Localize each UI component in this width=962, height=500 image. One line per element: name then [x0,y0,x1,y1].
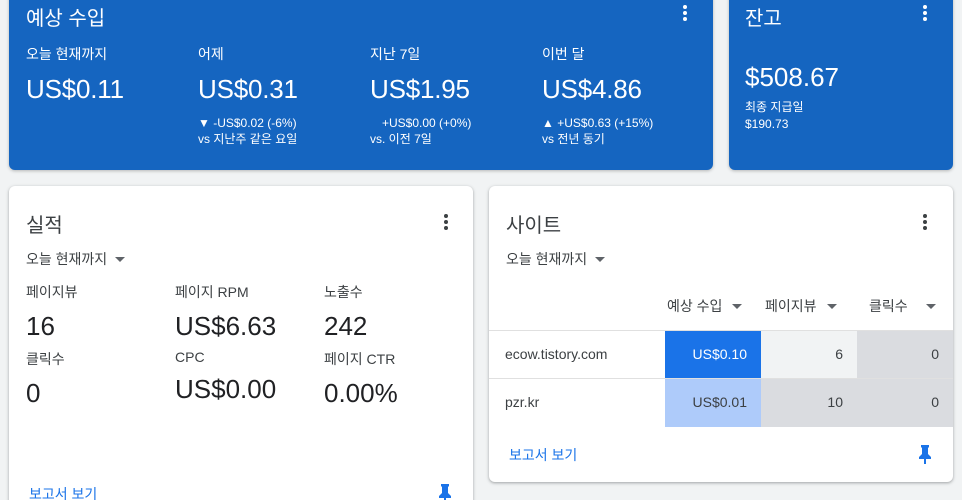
site-earnings-cell: US$0.10 [665,331,761,379]
column-header-label: 예상 수입 [667,298,723,314]
sites-range-dropdown[interactable]: 오늘 현재까지 [506,249,606,269]
column-header-earnings[interactable]: 예상 수입 [667,296,743,316]
earnings-today[interactable]: 오늘 현재까지 US$0.11 [26,44,124,105]
column-header-pageviews[interactable]: 페이지뷰 [765,296,837,316]
site-clicks-cell: 0 [857,379,953,427]
perf-metric-value: US$6.63 [175,311,277,341]
earnings-card: 예상 수입 오늘 현재까지 US$0.11 어제 US$0.31 ▼ -US$0… [9,0,713,170]
performance-report-link[interactable]: 보고서 보기 [29,484,97,500]
earnings-title: 예상 수입 [26,8,106,30]
balance-more-icon[interactable] [915,1,935,25]
site-pageviews-cell: 6 [761,331,857,379]
perf-metric-value: US$0.00 [175,374,277,404]
perf-metric-value: 16 [26,311,55,341]
dropdown-caret-icon [115,256,126,262]
perf-metric-label: 노출수 [324,284,363,300]
performance-range-dropdown[interactable]: 오늘 현재까지 [26,249,126,269]
last-payment-label: 최종 지급일 [745,100,804,114]
perf-metric-value: 0 [26,378,41,408]
column-header-clicks[interactable]: 클릭수 [869,296,936,316]
table-row[interactable]: ecow.tistory.com US$0.10 6 0 [489,330,953,379]
earnings-last7-delta: +US$0.00 (+0%) [382,116,472,130]
balance-card: 잔고 $508.67 최종 지급일 $190.73 [729,0,953,170]
sites-report-link[interactable]: 보고서 보기 [509,445,577,465]
earnings-more-icon[interactable] [675,1,695,25]
earnings-today-label: 오늘 현재까지 [26,46,108,62]
earnings-yesterday-compare: vs 지난주 같은 요일 [198,132,298,146]
earnings-yesterday[interactable]: 어제 US$0.31 ▼ -US$0.02 (-6%) vs 지난주 같은 요일 [198,44,298,147]
earnings-today-value: US$0.11 [26,74,124,104]
performance-title: 실적 [26,215,63,237]
sort-caret-icon [732,303,743,309]
balance-title: 잔고 [745,8,782,30]
earnings-last7-compare: vs. 이전 7일 [370,132,432,146]
sort-caret-icon [826,303,837,309]
dropdown-caret-icon [595,256,606,262]
earnings-yesterday-delta: ▼ -US$0.02 (-6%) [198,116,297,130]
earnings-last7[interactable]: 지난 7일 US$1.95 +US$0.00 (+0%) vs. 이전 7일 [370,44,471,147]
earnings-yesterday-label: 어제 [198,46,224,62]
performance-card: 실적 오늘 현재까지 페이지뷰 16 페이지 RPM US$6.63 노출수 2… [9,186,473,500]
last-payment-value: $190.73 [745,117,789,131]
performance-range-label: 오늘 현재까지 [26,251,108,267]
perf-metric-impressions[interactable]: 노출수 242 [324,282,367,342]
site-name: pzr.kr [505,394,540,410]
site-name: ecow.tistory.com [505,346,608,362]
earnings-month-label: 이번 달 [542,46,585,62]
sort-caret-icon [925,303,936,309]
balance-value: $508.67 [745,62,839,92]
earnings-last7-value: US$1.95 [370,74,470,104]
site-clicks-cell: 0 [857,331,953,379]
column-header-label: 클릭수 [869,298,908,314]
sites-title: 사이트 [506,215,562,237]
pin-icon[interactable] [918,444,932,469]
perf-metric-label: 페이지 RPM [175,284,249,300]
site-earnings-cell: US$0.01 [665,379,761,427]
table-row[interactable]: pzr.kr US$0.01 10 0 [489,378,953,427]
perf-metric-value: 242 [324,311,368,341]
pin-icon[interactable] [438,483,452,500]
earnings-yesterday-value: US$0.31 [198,74,298,104]
sites-range-label: 오늘 현재까지 [506,251,588,267]
sites-more-icon[interactable] [915,210,935,234]
perf-metric-cpc[interactable]: CPC US$0.00 [175,349,276,405]
column-header-label: 페이지뷰 [765,298,817,314]
sites-card: 사이트 오늘 현재까지 예상 수입 페이지뷰 클릭수 ecow.tistory.… [489,186,953,482]
perf-metric-page-ctr[interactable]: 페이지 CTR 0.00% [324,349,398,409]
perf-metric-page-rpm[interactable]: 페이지 RPM US$6.63 [175,282,276,342]
earnings-month-compare: vs 전년 동기 [542,132,605,146]
earnings-month-value: US$4.86 [542,74,642,104]
perf-metric-label: 페이지뷰 [26,284,78,300]
perf-metric-label: 클릭수 [26,351,65,367]
earnings-month-delta: ▲ +US$0.63 (+15%) [542,116,654,130]
site-pageviews-cell: 10 [761,379,857,427]
perf-metric-value: 0.00% [324,378,398,408]
perf-metric-label: 페이지 CTR [324,351,396,367]
perf-metric-label: CPC [175,349,205,365]
perf-metric-clicks[interactable]: 클릭수 0 [26,349,65,409]
earnings-month[interactable]: 이번 달 US$4.86 ▲ +US$0.63 (+15%) vs 전년 동기 [542,44,653,147]
perf-metric-pageviews[interactable]: 페이지뷰 16 [26,282,78,342]
performance-more-icon[interactable] [436,210,456,234]
earnings-last7-label: 지난 7일 [370,46,421,62]
